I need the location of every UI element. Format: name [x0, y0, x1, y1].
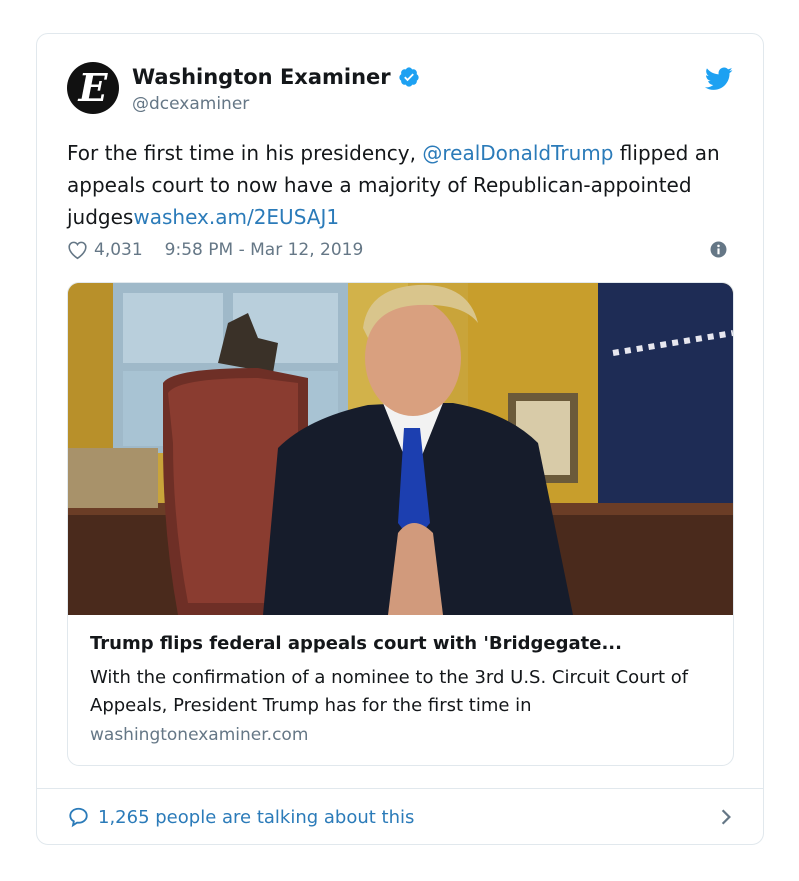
account-name[interactable]: Washington Examiner: [132, 65, 391, 89]
tweet-embed-card: E Washington Examiner @dcexaminer For th…: [36, 33, 764, 845]
heart-icon[interactable]: [67, 240, 88, 260]
preview-title[interactable]: Trump flips federal appeals court with '…: [90, 633, 710, 654]
verified-badge-icon: [399, 67, 419, 87]
chevron-right-icon[interactable]: [719, 808, 733, 826]
preview-domain: washingtonexaminer.com: [90, 725, 309, 745]
talking-count-label[interactable]: 1,265 people are talking about this: [98, 807, 414, 828]
tweet-header: E Washington Examiner @dcexaminer: [67, 62, 733, 118]
tweet-text-part: For the first time in his presidency,: [67, 141, 423, 165]
preview-description: With the confirmation of a nominee to th…: [90, 667, 689, 716]
conversation-link[interactable]: 1,265 people are talking about this: [67, 802, 733, 832]
avatar[interactable]: E: [67, 62, 119, 114]
info-icon[interactable]: [710, 241, 727, 258]
like-count[interactable]: 4,031: [94, 240, 143, 260]
avatar-logo: E: [78, 65, 108, 110]
footer-divider: [37, 788, 763, 789]
link-preview-card[interactable]: Trump flips federal appeals court with '…: [67, 282, 734, 766]
tweet-text: For the first time in his presidency, @r…: [67, 137, 737, 233]
speech-bubble-icon: [69, 807, 88, 828]
account-handle[interactable]: @dcexaminer: [132, 94, 249, 114]
shortened-link[interactable]: washex.am/2EUSAJ1: [133, 205, 339, 229]
tweet-meta: 4,031 9:58 PM - Mar 12, 2019: [67, 237, 733, 263]
name-row: Washington Examiner: [132, 65, 420, 89]
mention-link[interactable]: @realDonaldTrump: [422, 141, 613, 165]
article-photo[interactable]: [68, 283, 733, 615]
tweet-timestamp[interactable]: 9:58 PM - Mar 12, 2019: [165, 240, 364, 260]
twitter-bird-icon[interactable]: [705, 67, 733, 91]
